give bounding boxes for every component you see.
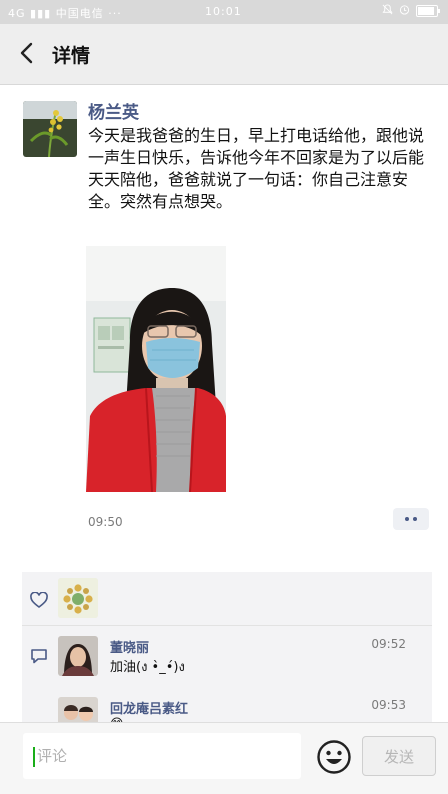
more-actions-button[interactable] — [393, 508, 429, 530]
heart-icon — [30, 592, 48, 608]
commenter-name[interactable]: 董晓丽 — [110, 637, 149, 656]
comment-input-bar: 发送 — [0, 722, 448, 794]
comment-icon — [31, 649, 47, 664]
signal-type: 4G — [8, 7, 26, 20]
page-title: 详情 — [52, 45, 91, 67]
comment-text: 加油(ง •̀_•́)ง — [110, 660, 185, 675]
commenter-avatar[interactable] — [58, 636, 98, 676]
liker-avatar[interactable] — [58, 578, 98, 618]
comment-time: 09:53 — [371, 698, 406, 712]
signal-icon: ▮▮▮ — [30, 7, 52, 20]
text-caret — [33, 747, 35, 767]
author-name[interactable]: 杨兰英 — [88, 98, 139, 123]
interaction-panel: 董晓丽 09:52 加油(ง •̀_•́)ง 回龙庵吕素红 09:53 😊 — [22, 572, 432, 732]
comment-input[interactable] — [23, 733, 301, 779]
smiley-icon — [317, 740, 351, 774]
divider — [22, 625, 432, 626]
status-bar: 4G ▮▮▮ 中国电信 ··· 10:01 — [0, 0, 448, 24]
status-right — [382, 4, 440, 18]
comment-time: 09:52 — [371, 637, 406, 651]
emoji-button[interactable] — [316, 739, 352, 775]
ellipsis-icon — [405, 517, 409, 521]
clock: 10:01 — [205, 5, 242, 18]
back-button[interactable] — [14, 40, 40, 66]
post-photo[interactable] — [86, 246, 226, 492]
ellipsis-icon — [413, 517, 417, 521]
alarm-icon — [399, 4, 410, 18]
chevron-left-icon — [20, 42, 33, 64]
carrier-name: 中国电信 — [55, 7, 104, 20]
status-left: 4G ▮▮▮ 中国电信 ··· — [8, 5, 122, 21]
mute-icon — [382, 4, 393, 18]
author-avatar[interactable] — [23, 101, 77, 157]
post-text: 今天是我爸爸的生日，早上打电话给他，跟他说一声生日快乐，告诉他今年不回家是为了以… — [88, 126, 425, 211]
post-time: 09:50 — [88, 515, 123, 529]
battery-icon — [416, 5, 440, 17]
commenter-name[interactable]: 回龙庵吕素红 — [110, 698, 188, 717]
navigation-bar: 详情 — [0, 24, 448, 85]
send-button[interactable]: 发送 — [362, 736, 436, 776]
status-dots: ··· — [108, 7, 122, 20]
